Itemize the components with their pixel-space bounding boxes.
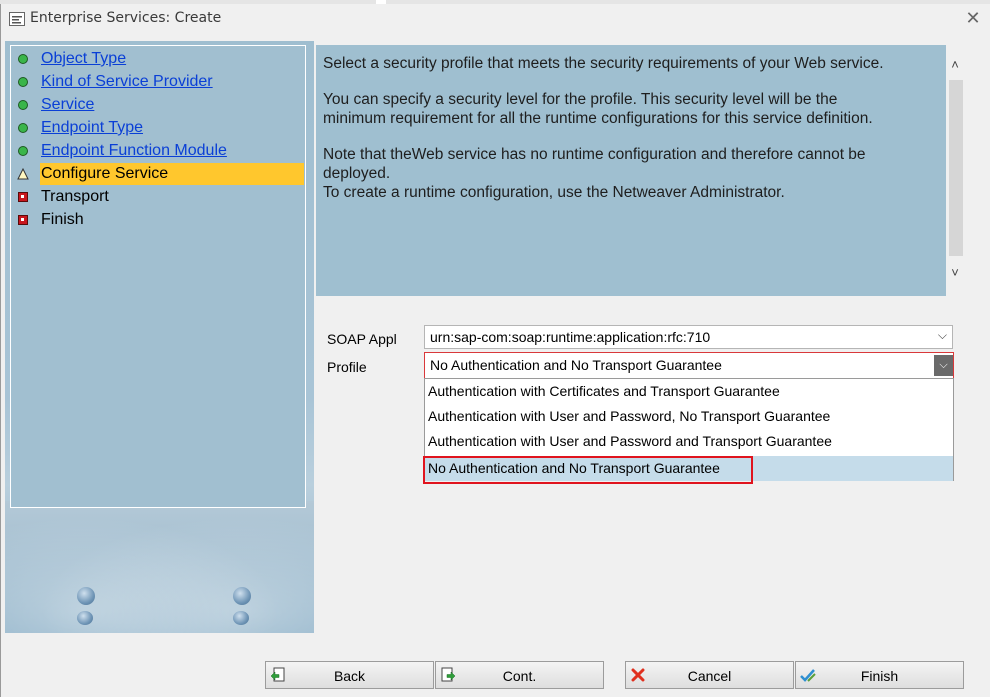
chevron-down-icon[interactable]: ⌵ [938,328,947,343]
info-line: minimum requirement for all the runtime … [323,110,873,127]
step-complete-icon [18,54,28,64]
profile-option[interactable]: Authentication with User and Password, N… [425,404,953,429]
step-complete-icon [18,77,28,87]
scroll-up-icon[interactable]: ˄ [947,57,963,73]
wizard-step-label: Transport [41,188,109,205]
step-pending-icon [18,192,28,202]
water-drop-icon [77,587,95,605]
close-icon[interactable]: ✕ [964,10,982,28]
step-pending-icon [18,215,28,225]
back-button[interactable]: Back [265,661,434,689]
scroll-thumb[interactable] [949,80,963,256]
water-drop-icon [77,611,93,625]
info-line: Select a security profile that meets the… [323,55,884,72]
info-panel: Select a security profile that meets the… [316,45,946,296]
dropdown-toggle-icon[interactable]: ⌵ [934,355,953,376]
info-line: deployed. [323,165,391,182]
profile-option[interactable]: Authentication with Certificates and Tra… [425,379,953,404]
wizard-step-label[interactable]: Kind of Service Provider [41,73,213,91]
decorative-water-image [5,501,314,633]
window-app-icon [9,12,25,26]
continue-button[interactable]: Cont. [435,661,604,689]
soap-appl-label: SOAP Appl [327,331,397,347]
wizard-step-8: Finish [11,209,305,231]
title-bar: Enterprise Services: Create ✕ [1,4,989,34]
scroll-down-icon[interactable]: ˅ [947,265,963,281]
cancel-button[interactable]: Cancel [625,661,794,689]
wizard-step-2[interactable]: Kind of Service Provider [11,71,305,93]
profile-select[interactable]: No Authentication and No Transport Guara… [424,352,954,379]
step-complete-icon [18,123,28,133]
step-complete-icon [18,100,28,110]
wizard-step-label: Finish [41,211,84,228]
wizard-step-label: Configure Service [41,165,169,182]
water-drop-icon [233,587,251,605]
wizard-step-3[interactable]: Service [11,94,305,116]
step-warning-icon [17,168,29,180]
profile-label: Profile [327,359,367,375]
finish-button[interactable]: Finish [795,661,964,689]
profile-option[interactable]: Authentication with User and Password an… [425,429,953,454]
info-scrollbar[interactable]: ˄ ˅ [946,45,964,296]
info-line: To create a runtime configuration, use t… [323,184,785,201]
wizard-step-label[interactable]: Service [41,96,94,114]
soap-appl-value: urn:sap-com:soap:runtime:application:rfc… [430,329,711,345]
wizard-step-label[interactable]: Endpoint Function Module [41,142,227,160]
info-line: You can specify a security level for the… [323,91,838,108]
info-line: Note that theWeb service has no runtime … [323,146,866,163]
wizard-step-6: Configure Service [17,163,304,185]
wizard-step-label[interactable]: Endpoint Type [41,119,143,137]
step-complete-icon [18,146,28,156]
window-title: Enterprise Services: Create [30,10,222,26]
wizard-step-1[interactable]: Object Type [11,48,305,70]
selection-highlight-annotation [423,456,753,484]
wizard-step-label[interactable]: Object Type [41,50,126,68]
wizard-step-4[interactable]: Endpoint Type [11,117,305,139]
wizard-step-5[interactable]: Endpoint Function Module [11,140,305,162]
wizard-step-7: Transport [11,186,305,208]
soap-appl-select[interactable]: urn:sap-com:soap:runtime:application:rfc… [424,325,953,349]
profile-value: No Authentication and No Transport Guara… [430,357,722,373]
wizard-steps-list: Object Type Kind of Service Provider Servi… [10,45,306,508]
water-drop-icon [233,611,249,625]
